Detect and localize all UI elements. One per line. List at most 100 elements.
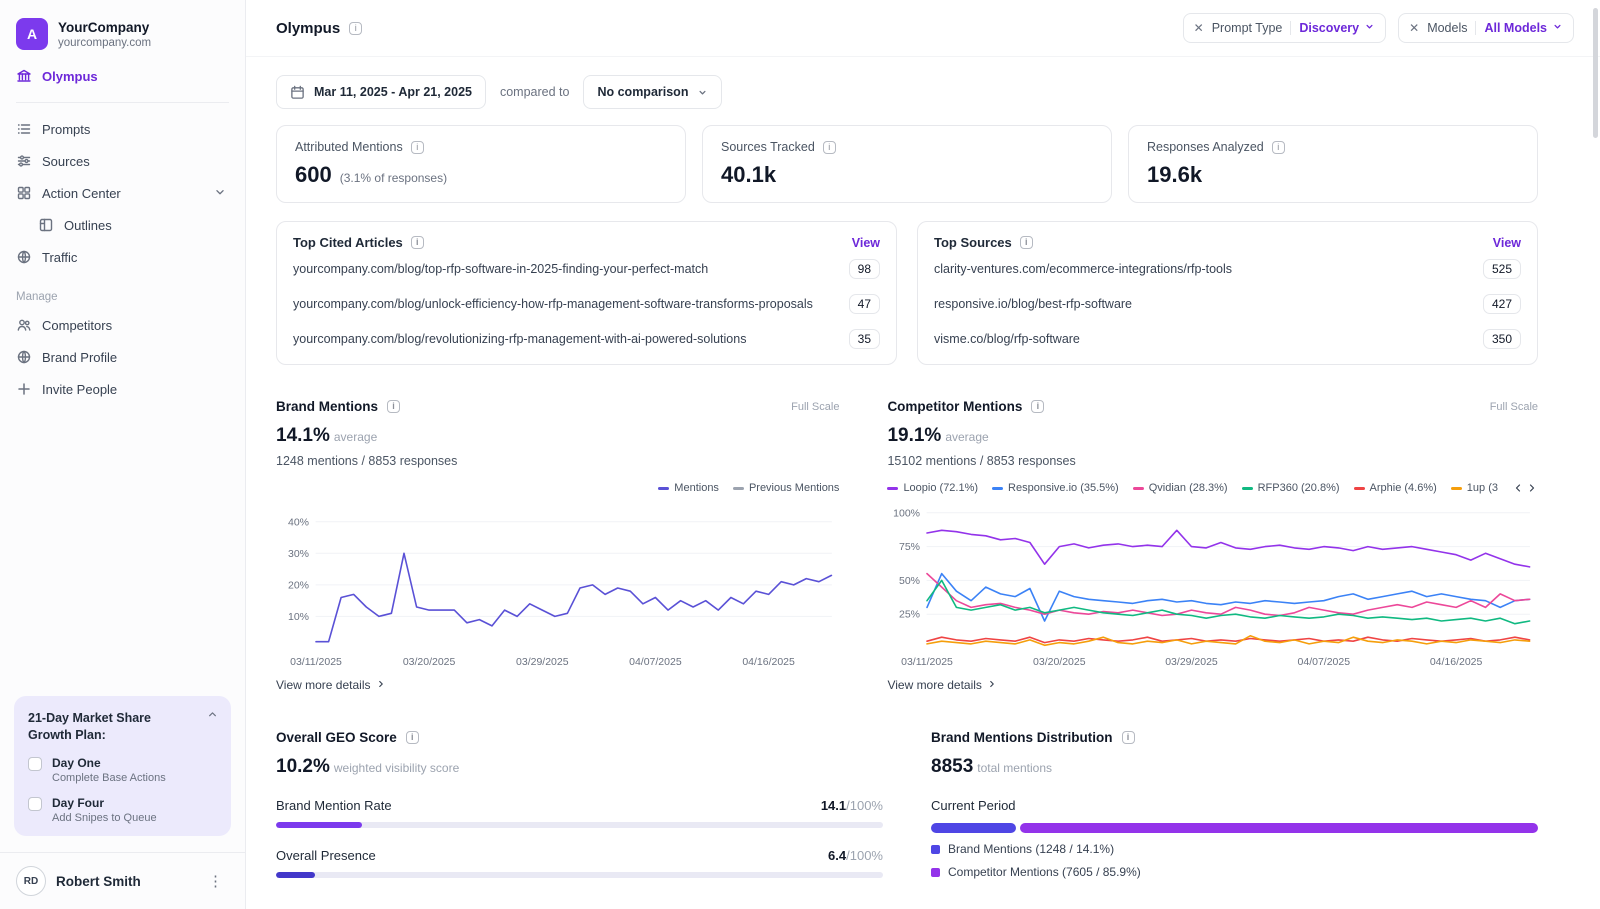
- metric-label: Overall Presence: [276, 848, 376, 863]
- legend-swatch: [1241, 486, 1253, 490]
- list-item[interactable]: yourcompany.com/blog/unlock-efficiency-h…: [293, 288, 880, 320]
- list-item[interactable]: clarity-ventures.com/ecommerce-integrati…: [934, 253, 1521, 285]
- sidebar-item-invite-people[interactable]: Invite People: [0, 373, 245, 405]
- info-icon[interactable]: i: [1031, 400, 1045, 413]
- legend-item: Competitor Mentions (7605 / 85.9%): [931, 865, 1538, 879]
- comparison-dropdown[interactable]: No comparison: [583, 75, 723, 109]
- chevron-right-icon[interactable]: [1526, 482, 1538, 494]
- lists-row: Top Cited Articles i View yourcompany.com…: [276, 221, 1538, 365]
- list-item[interactable]: yourcompany.com/blog/revolutionizing-rfp…: [293, 323, 880, 355]
- section-title: Competitor Mentions: [887, 399, 1023, 414]
- info-icon[interactable]: i: [405, 731, 419, 744]
- svg-text:20%: 20%: [288, 579, 309, 591]
- list-item[interactable]: yourcompany.com/blog/top-rfp-software-in…: [293, 253, 880, 285]
- legend-label: Competitor Mentions (7605 / 85.9%): [948, 865, 1141, 879]
- sidebar-item-outlines[interactable]: Outlines: [0, 209, 245, 241]
- info-icon[interactable]: i: [1019, 236, 1033, 249]
- sidebar-item-action-center[interactable]: Action Center: [0, 177, 245, 209]
- info-icon[interactable]: i: [410, 236, 424, 249]
- filter-value: Discovery: [1299, 21, 1360, 35]
- view-link[interactable]: View: [852, 236, 880, 250]
- chevron-right-icon: [987, 678, 997, 692]
- filter-chips: ✕ Prompt Type Discovery ✕ Models All Mod…: [1182, 13, 1574, 43]
- metric-suffix: /100%: [846, 798, 883, 813]
- stat-label: Sources Tracked: [721, 140, 815, 154]
- people-icon: [16, 317, 32, 333]
- legend-item: RFP360 (20.8%): [1241, 482, 1340, 494]
- legend-swatch: [658, 486, 670, 490]
- close-icon[interactable]: ✕: [1409, 21, 1419, 35]
- sidebar-item-olympus[interactable]: Olympus: [0, 60, 245, 92]
- sidebar: A YourCompany yourcompany.com Olympus Pr…: [0, 0, 246, 909]
- article-url: yourcompany.com/blog/revolutionizing-rfp…: [293, 332, 747, 346]
- card-title: Top Sources: [934, 235, 1012, 250]
- legend-item: 1up (3: [1450, 482, 1498, 494]
- chevron-up-icon[interactable]: [206, 708, 219, 724]
- list-item[interactable]: responsive.io/blog/best-rfp-software 427: [934, 288, 1521, 320]
- source-url: clarity-ventures.com/ecommerce-integrati…: [934, 262, 1233, 276]
- globe-icon: [16, 249, 32, 265]
- svg-text:03/11/2025: 03/11/2025: [290, 656, 342, 668]
- scrollbar[interactable]: [1593, 8, 1598, 138]
- article-url: yourcompany.com/blog/top-rfp-software-in…: [293, 262, 709, 276]
- svg-text:04/16/2025: 04/16/2025: [742, 656, 795, 668]
- close-icon[interactable]: ✕: [1194, 21, 1204, 35]
- info-icon[interactable]: i: [822, 140, 836, 154]
- legend-swatch: [1450, 486, 1462, 490]
- info-icon[interactable]: i: [410, 140, 424, 154]
- chevron-down-icon[interactable]: [213, 185, 229, 201]
- date-range-button[interactable]: Mar 11, 2025 - Apr 21, 2025: [276, 75, 486, 109]
- list-icon: [16, 121, 32, 137]
- plus-icon: [16, 381, 32, 397]
- sidebar-item-label: Olympus: [42, 68, 98, 84]
- sidebar-item-competitors[interactable]: Competitors: [0, 309, 245, 341]
- stat-sub: (3.1% of responses): [339, 171, 448, 185]
- section-title: Brand Mentions Distribution: [931, 730, 1113, 745]
- legend-swatch: [931, 867, 940, 877]
- info-icon[interactable]: i: [387, 400, 401, 413]
- chevron-left-icon[interactable]: [1512, 482, 1524, 494]
- stat-value: 600: [295, 162, 332, 187]
- progress-fill: [276, 872, 315, 878]
- prompt-type-filter-chip[interactable]: ✕ Prompt Type Discovery: [1182, 13, 1387, 43]
- bank-icon: [16, 68, 32, 84]
- company-block[interactable]: A YourCompany yourcompany.com: [0, 14, 245, 60]
- view-link[interactable]: View: [1493, 236, 1521, 250]
- sidebar-item-label: Brand Profile: [42, 349, 118, 365]
- top-cited-articles-card: Top Cited Articles i View yourcompany.com…: [276, 221, 897, 365]
- sidebar-divider: [16, 102, 229, 103]
- info-icon[interactable]: i: [1271, 140, 1285, 154]
- info-icon[interactable]: i: [349, 21, 363, 35]
- sidebar-item-traffic[interactable]: Traffic: [0, 241, 245, 273]
- kebab-menu-icon[interactable]: ⋮: [202, 870, 229, 892]
- sidebar-item-sources[interactable]: Sources: [0, 145, 245, 177]
- legend-label: 1up (3: [1466, 482, 1498, 494]
- main-header: Olympus i ✕ Prompt Type Discovery ✕ Mode…: [246, 0, 1600, 57]
- legend-label: Brand Mentions (1248 / 14.1%): [948, 842, 1115, 856]
- sliders-icon: [16, 153, 32, 169]
- stat-card-attributed-mentions: Attributed Mentions i 600 (3.1% of respons…: [276, 125, 686, 203]
- user-row: RD Robert Smith ⋮: [0, 852, 245, 909]
- calendar-icon: [290, 85, 305, 100]
- manage-section-label: Manage: [16, 291, 58, 303]
- view-more-details-link[interactable]: View more details: [887, 678, 997, 692]
- date-range-value: Mar 11, 2025 - Apr 21, 2025: [314, 85, 472, 99]
- company-logo: A: [16, 18, 48, 50]
- list-item[interactable]: visme.co/blog/rfp-software 350: [934, 323, 1521, 355]
- brand-mentions-section: Brand Mentions i Full Scale 14.1% average …: [276, 399, 839, 692]
- info-icon[interactable]: i: [1121, 731, 1135, 744]
- brand-mentions-line-chart: 10% 20% 30% 40% 03/11/2025 03/20/2025 03/29/20…: [288, 516, 833, 668]
- sidebar-item-label: Invite People: [42, 381, 118, 397]
- geo-score-section: Overall GEO Score i 10.2% weighted visibil…: [276, 730, 883, 879]
- models-filter-chip[interactable]: ✕ Models All Models: [1398, 13, 1574, 43]
- checkbox[interactable]: [28, 757, 42, 771]
- filter-label: Models: [1427, 21, 1468, 35]
- view-more-details-link[interactable]: View more details: [276, 678, 386, 692]
- sidebar-item-prompts[interactable]: Prompts: [0, 113, 245, 145]
- globe-icon: [16, 349, 32, 365]
- metric-row: Overall Presence 6.4/100%: [276, 848, 883, 863]
- legend-item: Qvidian (28.3%): [1132, 482, 1228, 494]
- checkbox[interactable]: [28, 797, 42, 811]
- sidebar-item-brand-profile[interactable]: Brand Profile: [0, 341, 245, 373]
- progress-track: [276, 822, 883, 828]
